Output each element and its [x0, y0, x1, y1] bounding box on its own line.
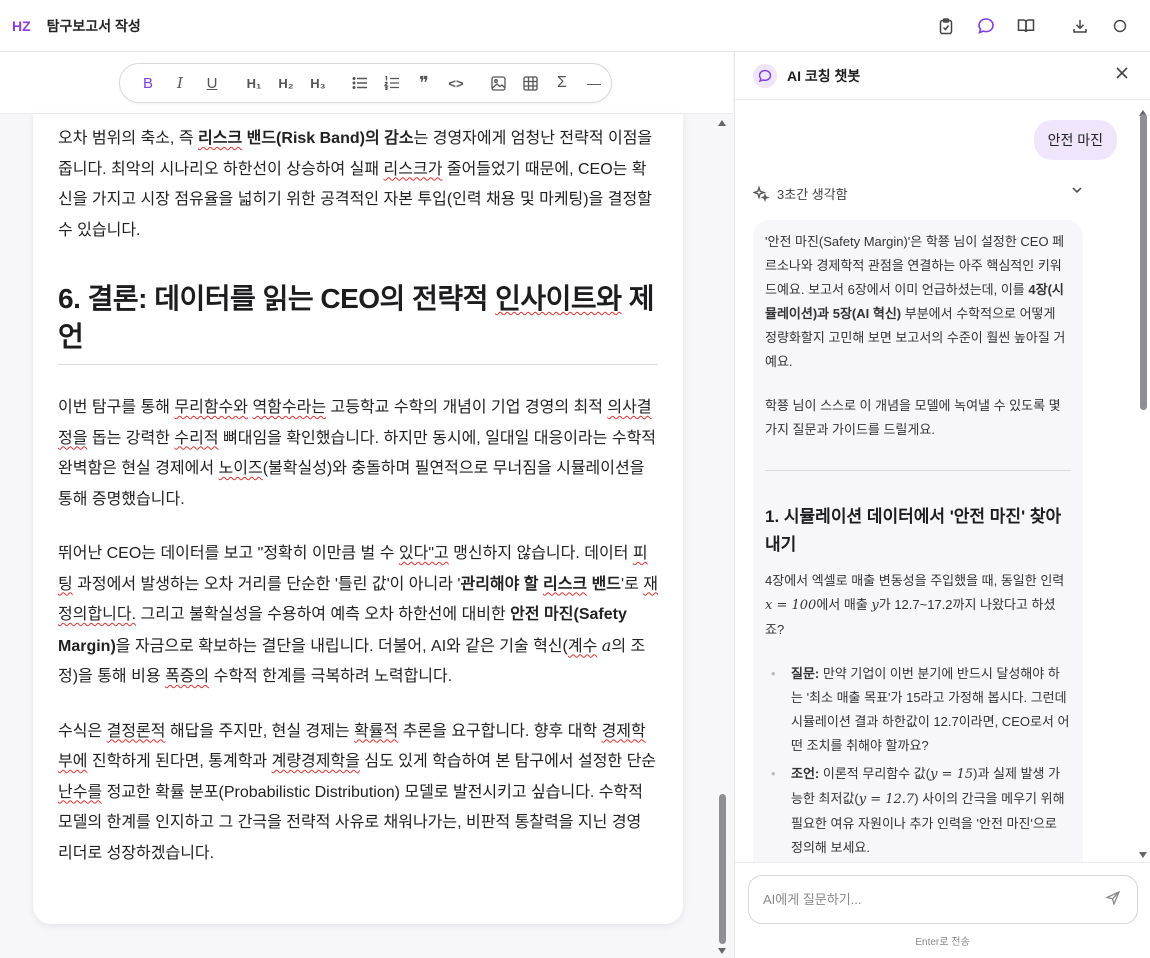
section-heading-conclusion: 6. 결론: 데이터를 읽는 CEO의 전략적 인사이트와 제언 [58, 280, 658, 365]
image-icon[interactable] [482, 67, 514, 99]
ai-section-title: 1. 시뮬레이션 데이터에서 '안전 마진' 찾아내기 [765, 507, 1062, 554]
editor-scroll-thumb[interactable] [719, 794, 726, 944]
divider [765, 470, 1071, 471]
ai-intro-2: 학쭁 님이 스스로 이 개념을 모델에 녹여낼 수 있도록 몇 가지 질문과 가… [765, 398, 1061, 437]
send-icon[interactable] [1105, 890, 1121, 910]
chat-header: AI 코칭 챗봇 [735, 52, 1150, 100]
list-item: 조언: 이론적 무리함수 값(y = 15)과 실제 발생 가능한 최저값(y … [771, 762, 1071, 860]
code-button[interactable]: <> [440, 67, 472, 99]
chat-messages: 안전 마진 3초간 생각함 '안전 마진(Safety Margin)'은 학쭁… [735, 100, 1137, 862]
scroll-up-icon[interactable] [718, 120, 726, 126]
download-icon[interactable] [1064, 10, 1096, 42]
paragraph-conclusion-2: 뛰어난 CEO는 데이터를 보고 "정확히 이만큼 벌 수 있다"고 맹신하지 … [58, 545, 658, 685]
sigma-button[interactable]: Σ [546, 67, 578, 99]
horizontal-rule-button[interactable]: — [578, 67, 610, 99]
thinking-toggle[interactable]: 3초간 생각함 [753, 184, 1083, 203]
app-logo[interactable]: HZ [12, 18, 31, 34]
formatting-toolbar: B I U H₁ H₂ H₃ ❞ <> Σ — [119, 63, 612, 103]
numbered-list-icon[interactable] [376, 67, 408, 99]
scroll-down-icon[interactable] [718, 948, 726, 954]
thinking-label: 3초간 생각함 [777, 187, 848, 202]
chat-scroll-thumb[interactable] [1140, 114, 1147, 410]
chat-input-area: Enter로 전송 [735, 862, 1150, 958]
top-actions [922, 0, 1136, 52]
chat-title: AI 코칭 챗봇 [787, 67, 861, 84]
table-icon[interactable] [514, 67, 546, 99]
chat-logo-icon [753, 63, 777, 88]
heading2-button[interactable]: H₂ [270, 67, 302, 99]
circle-icon[interactable] [1104, 10, 1136, 42]
quote-button[interactable]: ❞ [408, 67, 440, 99]
paragraph-conclusion-3: 수식은 결정론적 해답을 주지만, 현실 경제는 확률적 추론을 요구합니다. … [58, 722, 657, 862]
scroll-down-icon[interactable] [1139, 852, 1147, 858]
ai-intro: '안전 마진(Safety Margin)'은 학쭁 님이 설정한 CEO 페르… [765, 234, 1066, 369]
bold-button[interactable]: B [132, 67, 164, 99]
clipboard-check-icon[interactable] [930, 10, 962, 42]
paragraph-conclusion-1: 이번 탐구를 통해 무리함수와 역함수라는 고등학교 수학의 개념이 기업 경영… [58, 399, 657, 508]
editor-header: B I U H₁ H₂ H₃ ❞ <> Σ — [0, 52, 733, 114]
chat-bubble-icon[interactable] [970, 10, 1002, 42]
top-bar: HZ 탐구보고서 작성 [0, 0, 1150, 52]
chat-panel: AI 코칭 챗봇 안전 마진 3초간 생각함 '안전 마진(Safety Mar… [734, 52, 1150, 958]
send-hint: Enter로 전송 [915, 937, 970, 948]
document-title: 탐구보고서 작성 [46, 17, 141, 34]
list-item: 질문: 만약 기업이 이번 분기에 반드시 달성해야 하는 '최소 매출 목표'… [771, 662, 1071, 758]
ai-section-body: 4장에서 엑셀로 매출 변동성을 주입했을 때, 동일한 인력 x = 100에… [765, 573, 1065, 637]
chat-scrollbar[interactable] [1137, 104, 1149, 862]
chevron-down-icon[interactable] [1071, 184, 1083, 196]
heading3-button[interactable]: H₃ [302, 67, 334, 99]
bullet-list-icon[interactable] [344, 67, 376, 99]
book-open-icon[interactable] [1010, 10, 1042, 42]
underline-button[interactable]: U [196, 67, 228, 99]
heading1-button[interactable]: H₁ [238, 67, 270, 99]
ai-bullet-list: 질문: 만약 기업이 이번 분기에 반드시 달성해야 하는 '최소 매출 목표'… [765, 662, 1071, 860]
editor-area: B I U H₁ H₂ H₃ ❞ <> Σ — 오차 범위의 축소, 즉 리스크… [0, 52, 733, 958]
editor-scrollbar[interactable] [716, 114, 728, 958]
sparkle-icon [753, 185, 769, 202]
ai-response: '안전 마진(Safety Margin)'은 학쭁 님이 설정한 CEO 페르… [753, 220, 1083, 862]
document-page[interactable]: 오차 범위의 축소, 즉 리스크 밴드(Risk Band)의 감소는 경영자에… [33, 114, 683, 924]
close-icon[interactable] [1116, 66, 1128, 84]
user-message: 안전 마진 [1033, 120, 1117, 160]
paragraph-risk-band: 오차 범위의 축소, 즉 리스크 밴드(Risk Band)의 감소는 경영자에… [58, 130, 653, 239]
chat-input[interactable] [748, 875, 1138, 924]
italic-button[interactable]: I [164, 67, 196, 99]
